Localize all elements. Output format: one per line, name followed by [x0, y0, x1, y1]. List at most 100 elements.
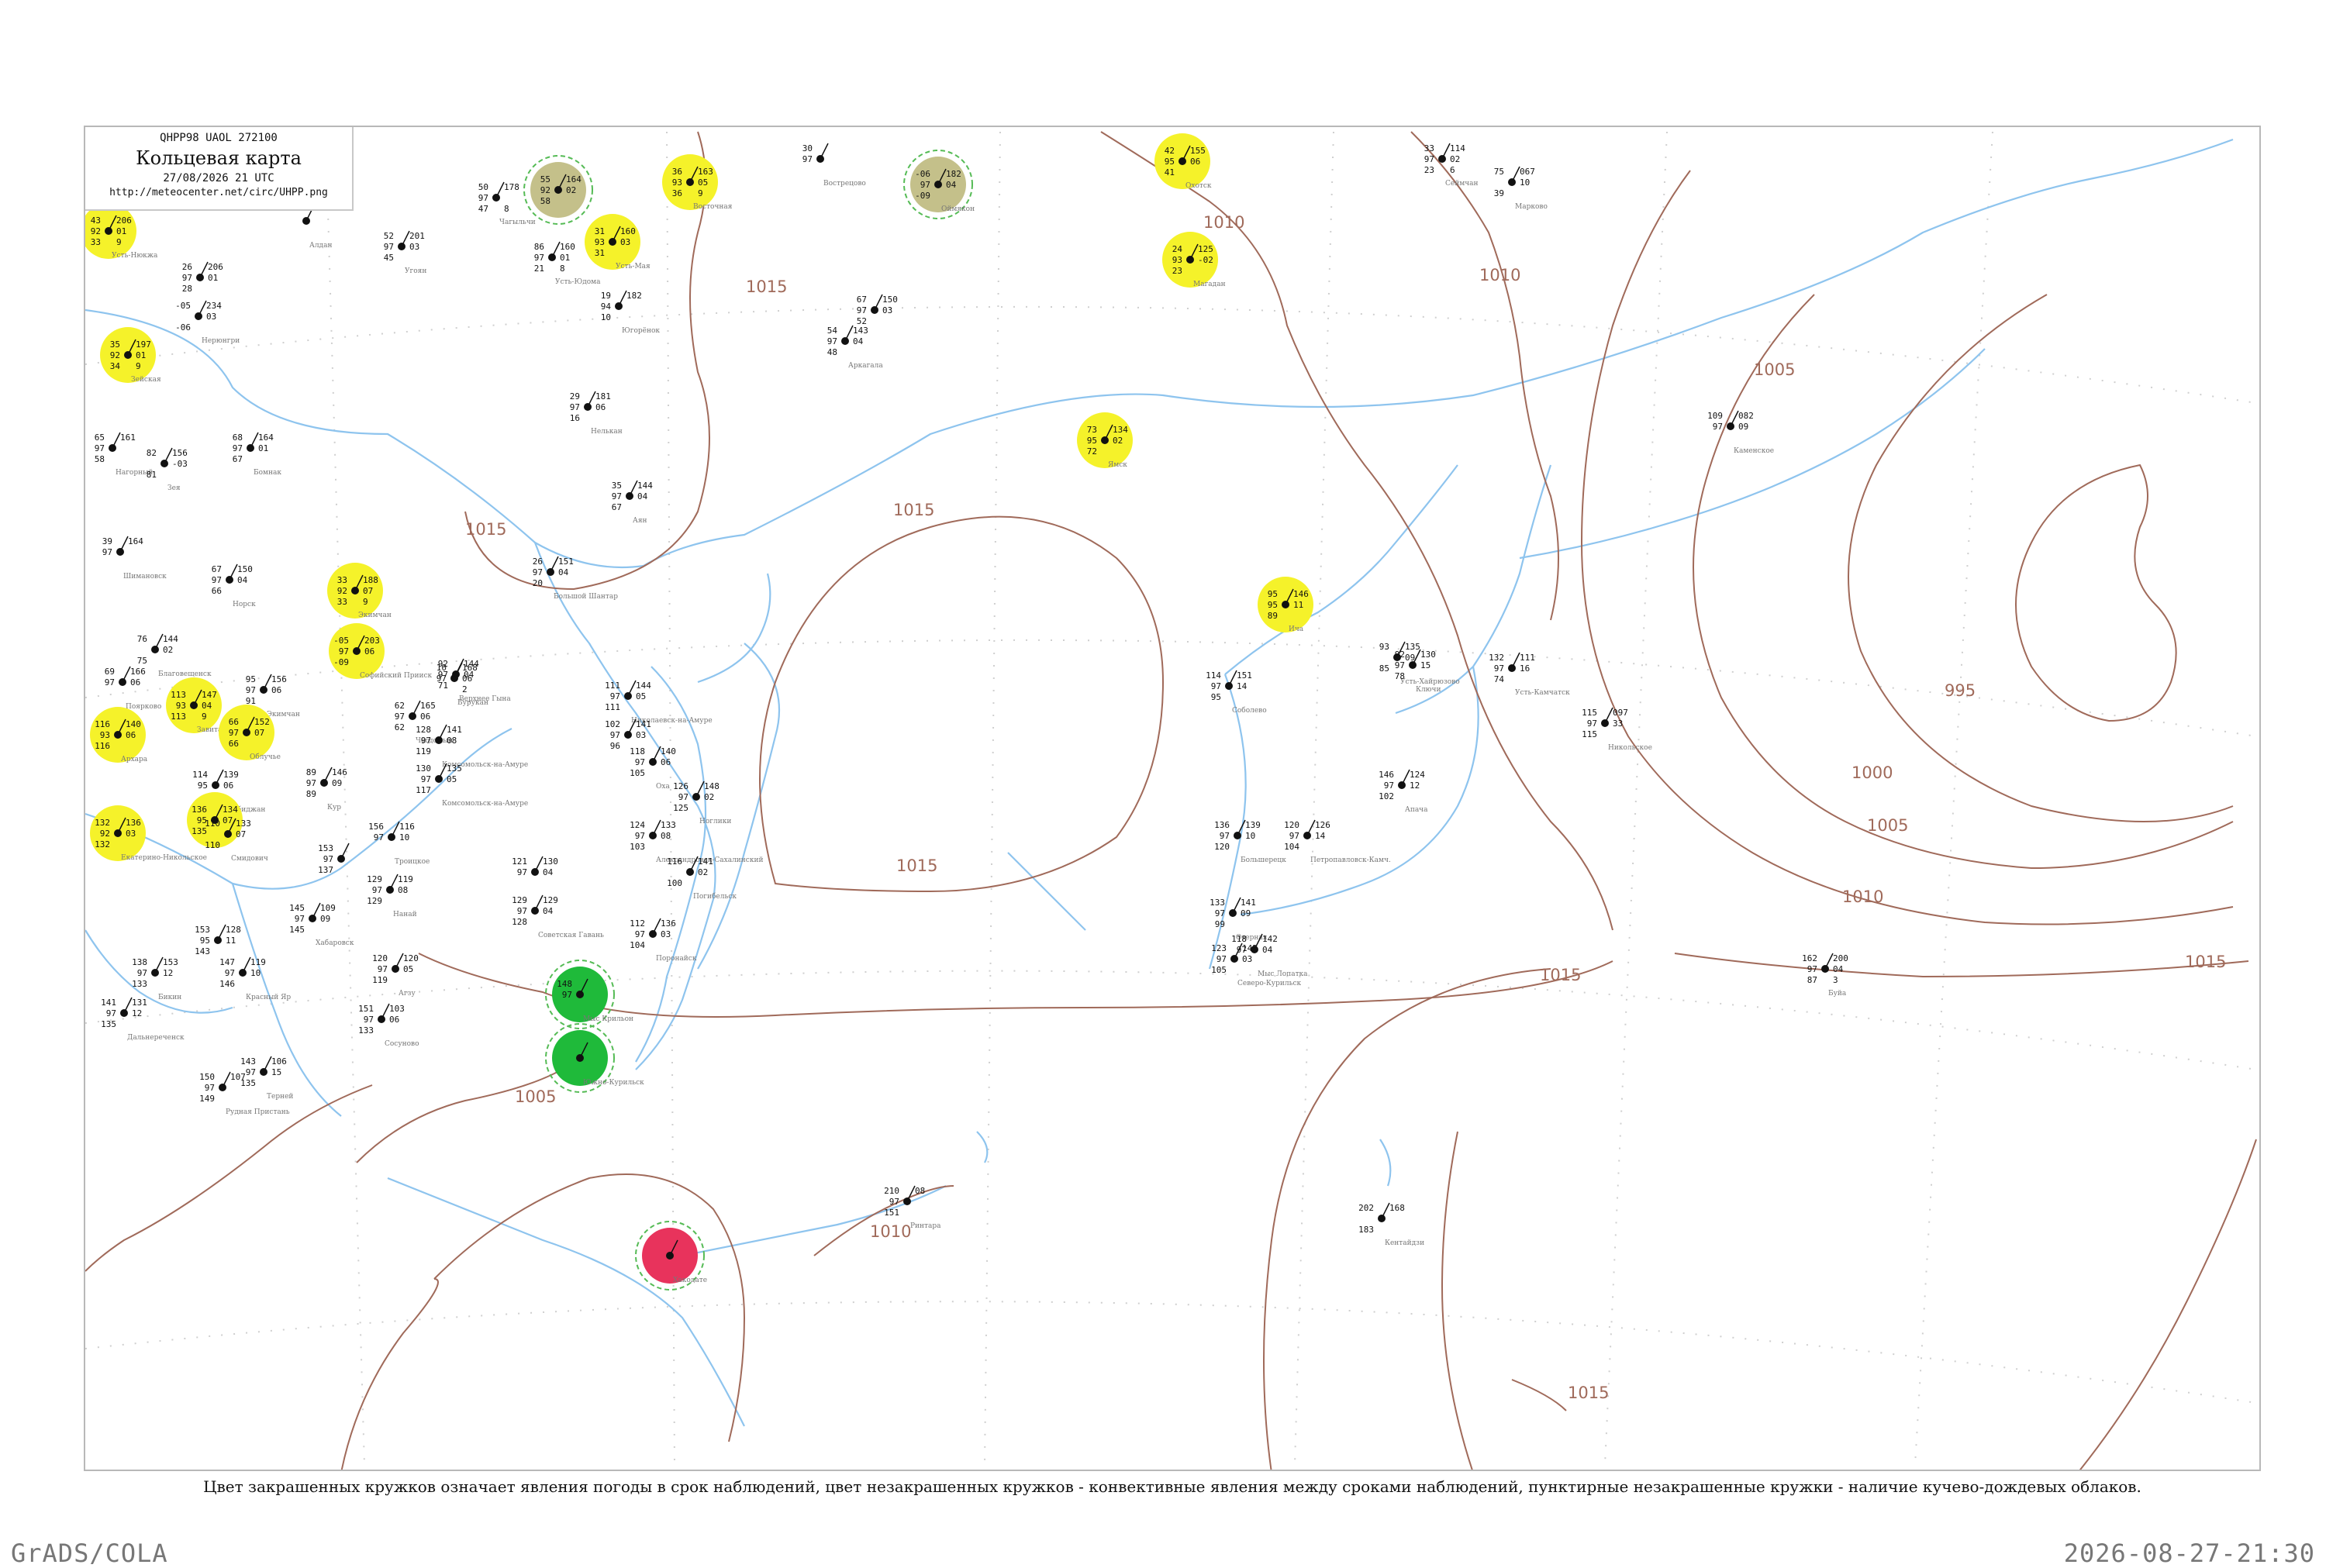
station-value: 97 [102, 547, 112, 557]
station-value: 97 [306, 778, 316, 788]
station-plot[interactable]: 14797146 11910 Красный Яр [219, 956, 291, 1001]
station-plot[interactable]: 15397137 [318, 843, 350, 875]
station-plot[interactable]: 15697 11610 Троицкое [368, 821, 430, 866]
station-plot[interactable]: 269720 15104 Большой Шантар [533, 556, 619, 601]
station-value: 97 [421, 736, 431, 746]
station-plot[interactable]: 13097117 13505 Комсомольск-на-Амуре [416, 763, 528, 808]
station-plot[interactable]: 11597115 09733 Никольское [1582, 707, 1652, 752]
station-plot[interactable]: 199410 182 Югорёнок [601, 290, 661, 335]
station-plot[interactable]: 509747 178 8 Чагыльчи [478, 181, 536, 226]
station-plot[interactable]: 899789 14609 Кур [306, 767, 347, 812]
station-plot[interactable]: 202 183 168 Кентайдзи [1358, 1202, 1424, 1247]
station-plot[interactable]: 12097104 12614 Петропавловск-Камч. [1284, 819, 1391, 864]
station-plot[interactable]: 14897 Мыс Крильон [545, 960, 633, 1029]
station-value: 144 [636, 681, 651, 691]
wind-barb-icon [122, 666, 131, 683]
station-value: 16 [1520, 663, 1530, 674]
wind-barb-icon [263, 1056, 272, 1073]
wind-barb-icon [652, 746, 661, 763]
station-plot[interactable]: 689767 16401 Бомнак [233, 432, 282, 477]
map-canvas[interactable]: 1015 1015 1015 1015 1010 1010 1005 995 1… [0, 0, 2326, 1550]
station-plot[interactable]: 739572 13402 Ямск [1077, 412, 1133, 469]
station-plot[interactable]: 15197133 10306 Сосуново [358, 1003, 419, 1048]
station-plot[interactable]: 95958914611Ича [1258, 577, 1313, 633]
map-url[interactable]: http://meteocenter.net/circ/UHPP.png [85, 186, 352, 200]
station-value: 04 [1262, 945, 1273, 955]
station-plot[interactable]: Хакодате [635, 1221, 707, 1291]
station-plot[interactable]: 1209711912005Агзу [372, 953, 419, 998]
station-plot[interactable]: -0597-09 20306 Софийский Прииск [329, 623, 433, 680]
station-value: 39 [1494, 188, 1504, 198]
station-plot[interactable]: 82 81 156-03 Зея [147, 447, 188, 492]
station-plot[interactable]: 14697102 12412 Апача [1379, 769, 1428, 814]
station-value: 82 [147, 448, 157, 458]
station-plot[interactable]: Алдан [302, 205, 332, 250]
station-plot[interactable]: 1249710313308Александровск-Сахалинский [630, 819, 763, 864]
station-plot[interactable]: 559258 16402 [523, 155, 593, 225]
station-plot[interactable]: 11693116 14006 Архара [90, 707, 148, 763]
station-plot[interactable]: 67975215003 [857, 294, 898, 326]
station-plot[interactable]: 1149795 15114 Соболево [1206, 670, 1267, 715]
station-plot[interactable]: 13897133 15312 Бикин [132, 956, 181, 1001]
station-value: 93 [1172, 255, 1182, 265]
station-plot[interactable]: 549748 14304 Аркагала [827, 325, 884, 370]
station-plot[interactable]: 429541 15506 Охотск [1154, 133, 1212, 190]
station-plot[interactable]: 14197135 13112 Дальнереченск [101, 997, 185, 1042]
station-name: Норск [233, 601, 256, 608]
station-plot[interactable]: 12997129 11908 Нанай [367, 874, 417, 918]
station-plot[interactable]: 10997 08209 Каменское [1707, 410, 1774, 455]
station-plot[interactable]: 12697125 14802 Ноглики [673, 781, 731, 825]
station-plot[interactable]: 929778 13015 Ключи [1395, 649, 1441, 694]
station-plot[interactable]: 1289711914108Комсомольск-на-Амуре [416, 724, 528, 769]
station-value: 06 [595, 402, 606, 412]
station-plot[interactable]: 1299712812904Советская Гавань [512, 894, 604, 939]
station-plot[interactable]: 11897105 14006 Оха [630, 746, 676, 791]
station-plot[interactable]: -0697-09 18204 Оймякон [903, 150, 975, 219]
station-plot[interactable]: 12197 13004 [512, 856, 558, 877]
station-value: 11 [1293, 600, 1303, 610]
station-plot[interactable]: 14597145 10909 Хабаровск [289, 902, 354, 947]
station-value: 93 [595, 237, 605, 247]
station-plot[interactable]: 75 39 06710 Марково [1494, 166, 1548, 211]
station-plot[interactable]: 359234 197019 Зейская [100, 327, 161, 384]
station-plot[interactable]: Южно-Курильск [545, 1023, 644, 1093]
station-value: 04 [202, 701, 212, 711]
station-plot[interactable]: -05 -06 23403 Нерюнгри [175, 300, 240, 345]
station-plot[interactable]: 679766 15004 Норск [212, 563, 256, 608]
isobar-label: 1015 [465, 520, 506, 539]
station-plot[interactable]: 1629787 200043 Буйа [1802, 953, 1848, 998]
render-timestamp: 2026-08-27-21:30 [2063, 1539, 2315, 1568]
station-plot[interactable]: 299716 18106 Нелькан [570, 391, 623, 436]
station-value: 155 [1190, 146, 1206, 156]
wind-barb-icon [1511, 166, 1520, 183]
station-plot[interactable]: 339723 114026 Сеймчан [1424, 143, 1479, 188]
station-plot[interactable]: 269728 20601 [182, 261, 223, 294]
station-plot[interactable]: 659758161Нагорный [95, 432, 154, 477]
station-plot[interactable]: 110 110 13307 Смидович [205, 818, 268, 863]
station-value: 146 [219, 979, 235, 989]
station-plot[interactable]: 15395143 12811 [195, 924, 241, 956]
isobar-label: 1015 [893, 501, 934, 519]
station-plot[interactable]: 76 75 14402 Благовещенск [137, 633, 212, 678]
station-plot[interactable]: 11393113147049Завитая [166, 677, 226, 734]
wind-barb-icon [250, 432, 259, 449]
station-plot[interactable]: 3997 164 Шимановск [102, 536, 167, 581]
station-plot[interactable]: 11297104 13603 Поронайск [630, 918, 697, 963]
station-value: 164 [566, 174, 582, 184]
station-plot[interactable]: 439233 206019 Усть-Нюкжа [81, 203, 158, 260]
station-plot[interactable]: 93 85 13509 Усть-Хайрюзово [1379, 641, 1460, 686]
station-plot[interactable]: 1329774 11116 Усть-Камчатск [1489, 652, 1570, 697]
station-plot[interactable]: 369336 163059 Восточная [662, 154, 733, 211]
station-plot[interactable]: 1119711114405Николаевск-на-Амуре [605, 680, 713, 725]
station-plot[interactable]: 249323 125-02 Магадан [1162, 232, 1226, 288]
station-plot[interactable]: 529745 20103 Угоян [384, 230, 427, 275]
station-plot[interactable]: 359767 14404 Аян [612, 480, 653, 525]
station-plot[interactable]: 3097 Вострецово [802, 143, 866, 188]
station-name: Апача [1405, 806, 1428, 814]
station-plot[interactable]: 13697120 13910 Большерецк [1214, 819, 1286, 864]
station-plot[interactable]: 319331 16003 Усть-Мая [585, 214, 651, 271]
station-plot[interactable]: 14397135 10615 Терней [240, 1056, 293, 1101]
station-plot[interactable]: 6997 16606 Поярково [105, 666, 162, 711]
station-plot[interactable]: 339233 188079 Экимчан [327, 563, 392, 619]
station-value: 95 [1268, 600, 1278, 610]
